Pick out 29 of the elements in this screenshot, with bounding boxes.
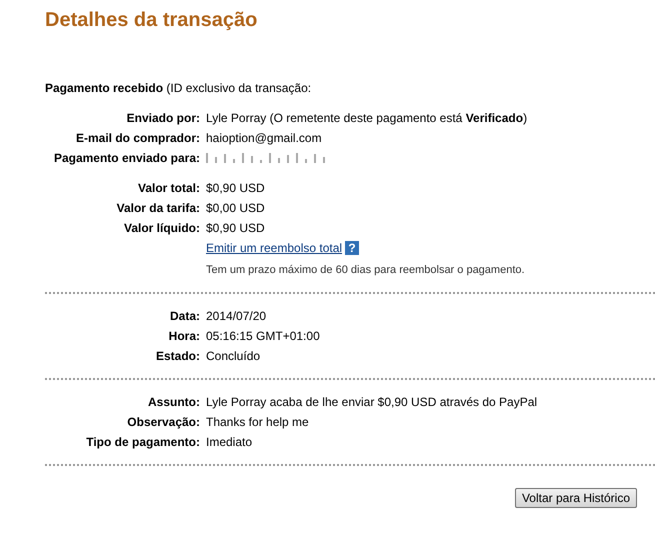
field-label: Estado:	[154, 348, 200, 364]
field-label: Assunto:	[147, 394, 200, 410]
field-value: 05:16:15 GMT+01:00	[206, 328, 320, 344]
field-value: Concluído	[206, 348, 260, 364]
field-label: Valor da tarifa:	[116, 200, 200, 216]
refund-link[interactable]: Emitir um reembolso total	[206, 240, 342, 256]
field-value: $0,00 USD	[206, 200, 265, 216]
field-value: 2014/07/20	[206, 308, 266, 324]
field-label: Valor total:	[136, 180, 200, 196]
field-label: E-mail do comprador:	[74, 130, 200, 146]
field-label: Tipo de pagamento:	[85, 434, 200, 450]
back-button[interactable]: Voltar para Histórico	[514, 488, 637, 508]
field-label: Data:	[168, 308, 200, 324]
field-label: Enviado por:	[126, 110, 200, 126]
field-value: haioption@gmail.com	[206, 130, 322, 146]
field-value: Lyle Porray acaba de lhe enviar $0,90 USD através do PayPal	[206, 394, 538, 410]
field-value: Thanks for help me	[206, 414, 309, 430]
intro-text: Pagamento recebido (ID exclusivo da transação:	[45, 80, 312, 96]
note-text: Tem um prazo máximo de 60 dias para reembolsar o pagamento.	[206, 263, 525, 278]
page-title: Detalhes da transação	[45, 8, 258, 33]
field-label: Pagamento enviado para:	[52, 150, 200, 166]
field-label: Valor líquido:	[122, 220, 200, 236]
field-value: Imediato	[206, 434, 252, 450]
field-value: Lyle Porray (O remetente deste pagamento está Verificado)	[206, 110, 528, 126]
field-value: $0,90 USD	[206, 180, 265, 196]
help-icon[interactable]: ?	[345, 241, 360, 255]
field-label: Hora:	[168, 328, 200, 344]
field-label: Observação:	[126, 414, 200, 430]
field-value: $0,90 USD	[206, 220, 265, 236]
